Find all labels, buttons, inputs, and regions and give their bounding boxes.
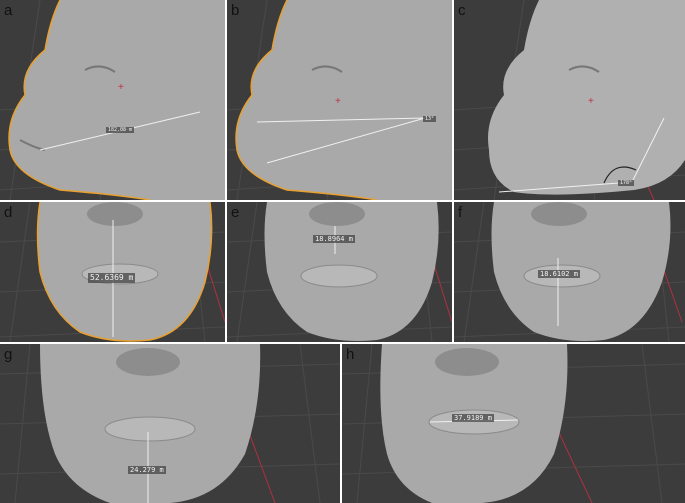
panel-label-h: h — [346, 346, 355, 363]
measurement-label-d: 52.6369 m — [88, 273, 136, 283]
measurement-label-h: 37.9189 m — [452, 414, 494, 423]
panel-c: + 178° c — [454, 0, 685, 200]
viewport-a: + — [0, 0, 225, 200]
panel-label-c: c — [458, 2, 466, 19]
measurement-label-c: 178° — [618, 180, 635, 186]
viewport-h — [342, 344, 685, 503]
measurement-label-f: 18.6102 m — [538, 270, 580, 279]
svg-text:+: + — [118, 82, 124, 93]
panel-label-f: f — [458, 204, 463, 221]
panel-label-d: d — [4, 204, 13, 221]
measurement-label-g: 24.279 m — [128, 466, 166, 475]
panel-d: 52.6369 m d — [0, 202, 225, 342]
measurement-label-a: 182.08 m — [106, 127, 135, 133]
measurement-label-b: 13° — [423, 116, 437, 122]
viewport-c: + — [454, 0, 685, 200]
panel-a: + 182.08 m a — [0, 0, 225, 200]
panel-b: + 13° b — [227, 0, 452, 200]
panel-label-a: a — [4, 2, 13, 19]
viewport-g — [0, 344, 340, 503]
panel-label-g: g — [4, 346, 13, 363]
panel-label-e: e — [231, 204, 240, 221]
head-mesh — [488, 0, 685, 195]
svg-text:+: + — [588, 96, 594, 107]
svg-text:+: + — [335, 96, 341, 107]
panel-g: 24.279 m g — [0, 344, 340, 503]
head-mesh — [236, 0, 452, 200]
viewport-e — [227, 202, 452, 342]
panel-e: 18.8964 m e — [227, 202, 452, 342]
panel-h: 37.9189 m h — [342, 344, 685, 503]
viewport-b: + — [227, 0, 452, 200]
panel-f: 18.6102 m f — [454, 202, 685, 342]
measurement-label-e: 18.8964 m — [313, 235, 355, 244]
viewport-d — [0, 202, 225, 342]
panel-label-b: b — [231, 2, 240, 19]
head-mesh — [9, 0, 225, 200]
